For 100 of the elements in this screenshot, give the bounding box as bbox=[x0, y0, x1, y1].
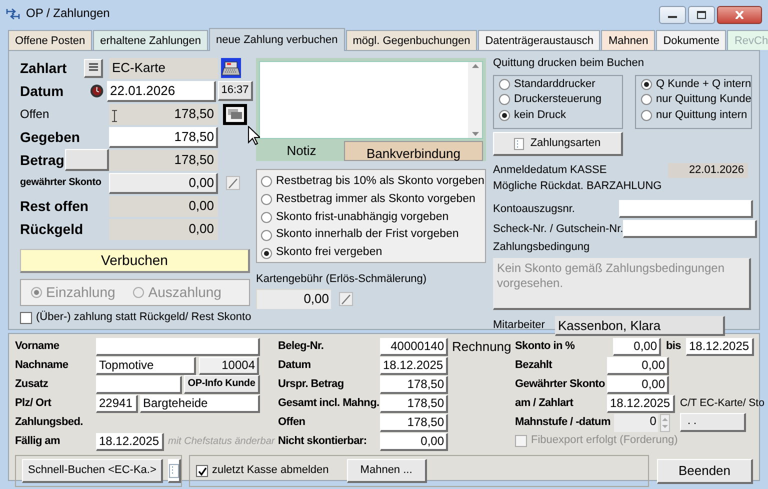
list-button[interactable] bbox=[168, 459, 182, 483]
list-icon bbox=[88, 63, 98, 72]
field-label: Plz/ Ort bbox=[15, 396, 52, 410]
minimize-button[interactable] bbox=[659, 6, 686, 24]
field-label: Zahlungsbedingung bbox=[493, 241, 591, 255]
checkbox-label[interactable]: (Über-) zahlung statt Rückgeld/ Rest Skonto bbox=[36, 311, 252, 324]
number-field: 0,00 bbox=[607, 356, 669, 374]
number-field: 178,50 bbox=[380, 394, 448, 412]
radio-label[interactable]: nur Quittung intern bbox=[656, 108, 748, 122]
tab[interactable]: Dokumente bbox=[656, 30, 726, 50]
radio-label[interactable]: Standarddrucker bbox=[514, 78, 596, 92]
date-field[interactable]: 18.12.2025 bbox=[96, 432, 164, 450]
checkbox[interactable] bbox=[20, 312, 32, 324]
radio-button[interactable] bbox=[641, 110, 652, 121]
number-field: 178,50 bbox=[380, 414, 448, 432]
radio-button[interactable] bbox=[261, 194, 272, 206]
time-button[interactable]: 16:37 bbox=[218, 81, 253, 101]
radio-label[interactable]: Skonto frist-unabhängig vorgeben bbox=[276, 210, 449, 224]
cash-register-icon bbox=[221, 58, 241, 78]
radio-label[interactable]: nur Quittung Kunde bbox=[656, 93, 752, 107]
field-label: Gegeben bbox=[20, 128, 81, 146]
field-label: Bezahlt bbox=[515, 358, 554, 372]
maximize-icon bbox=[697, 11, 706, 19]
open-amount-field: 178,50 bbox=[109, 104, 218, 124]
text-field[interactable] bbox=[623, 220, 758, 238]
text-field[interactable] bbox=[96, 376, 182, 394]
radio-label[interactable]: Skonto frei vergeben bbox=[276, 246, 382, 260]
info-button[interactable]: OP-Info Kunde bbox=[184, 375, 260, 394]
field-label: Datum bbox=[278, 358, 312, 372]
radio-label[interactable]: Restbetrag immer als Skonto vorgeben bbox=[276, 192, 476, 207]
payment-terms-field: Kein Skonto gemäß Zahlungsbedingungen vorgesehen. bbox=[493, 258, 751, 310]
payment-types-button[interactable]: Zahlungsarten bbox=[493, 132, 623, 156]
checkbox-label[interactable]: zuletzt Kasse abmelden bbox=[212, 464, 329, 478]
field-label: Betrag bbox=[20, 152, 66, 168]
number-field: 40000140 bbox=[380, 338, 448, 356]
field-label: am / Zahlart bbox=[515, 396, 574, 410]
card-fee-field[interactable]: 0,00 bbox=[256, 289, 331, 310]
field-label: Skonto in % bbox=[515, 340, 576, 354]
document-type-text: Rechnung bbox=[452, 338, 512, 354]
field-label: Zahlungsbed. bbox=[15, 416, 84, 430]
list-button[interactable] bbox=[84, 58, 103, 78]
checkbox[interactable] bbox=[196, 465, 208, 477]
book-button[interactable]: Verbuchen bbox=[20, 249, 250, 273]
field-label: Gesamt incl. Mahng. bbox=[278, 396, 378, 410]
radio-button[interactable] bbox=[641, 79, 652, 90]
arrows-icon bbox=[6, 6, 20, 20]
field-label: Zahlart bbox=[20, 60, 68, 76]
radio-label[interactable]: Druckersteuerung bbox=[514, 93, 602, 107]
tab[interactable]: mögl. Gegenbuchungen bbox=[346, 30, 478, 50]
radio-button[interactable] bbox=[261, 212, 272, 223]
zip-field[interactable]: 22941 bbox=[96, 394, 138, 412]
city-field[interactable]: Bargteheide bbox=[140, 394, 260, 412]
radio-button[interactable] bbox=[641, 94, 652, 106]
field-label: gewährter Skonto bbox=[20, 177, 102, 189]
quick-book-button[interactable]: Schnell-Buchen <EC-Ka.> bbox=[22, 459, 164, 483]
field-label: Gewährter Skonto bbox=[515, 378, 603, 392]
date-button[interactable]: . . bbox=[680, 413, 746, 432]
radio-label[interactable]: kein Druck bbox=[514, 108, 566, 122]
list-icon bbox=[169, 464, 180, 478]
date-field: 18.12.2025 bbox=[380, 356, 448, 374]
radio-label[interactable]: Skonto innerhalb der Frist vorgeben bbox=[276, 228, 459, 242]
close-app-button[interactable]: Beenden bbox=[657, 458, 753, 484]
tab[interactable]: Datenträgeraustausch bbox=[478, 30, 600, 50]
radio-button[interactable] bbox=[261, 230, 272, 241]
copy-button[interactable] bbox=[223, 104, 247, 124]
tab[interactable]: Mahnen bbox=[601, 30, 656, 50]
amount-button[interactable] bbox=[65, 149, 109, 171]
date-field[interactable]: 22.01.2026 bbox=[107, 80, 216, 102]
payment-method-field[interactable]: EC-Karte bbox=[109, 58, 218, 78]
mouse-pointer-icon bbox=[248, 126, 260, 145]
tab[interactable]: Offene Posten bbox=[8, 30, 92, 50]
radio-button[interactable] bbox=[499, 94, 510, 106]
tab[interactable]: Bankverbindung bbox=[344, 141, 483, 161]
tab[interactable]: erhaltene Zahlungen bbox=[93, 30, 208, 50]
text-cursor-icon bbox=[112, 110, 117, 122]
dunning-button[interactable]: Mahnen ... bbox=[346, 459, 427, 483]
radio-label[interactable]: Restbetrag bis 10% als Skonto vorgeben bbox=[276, 175, 484, 189]
field-label: Offen bbox=[278, 416, 306, 430]
note-field[interactable] bbox=[259, 61, 483, 139]
tab[interactable]: neue Zahlung verbuchen bbox=[209, 28, 345, 51]
radio-label[interactable]: Q Kunde + Q intern bbox=[656, 78, 752, 92]
customer-number-field: 10004 bbox=[199, 356, 259, 374]
clock-icon bbox=[90, 84, 104, 98]
radio-button[interactable] bbox=[499, 110, 510, 121]
radio-button[interactable] bbox=[261, 176, 272, 188]
radio-button[interactable] bbox=[499, 79, 510, 90]
edit-icon bbox=[226, 176, 240, 190]
radio-button[interactable] bbox=[261, 248, 272, 259]
field-label: Zusatz bbox=[15, 378, 50, 392]
text-field[interactable] bbox=[619, 200, 753, 218]
close-button[interactable] bbox=[717, 6, 762, 24]
scrollbar[interactable] bbox=[468, 62, 482, 138]
maximize-button[interactable] bbox=[688, 6, 715, 24]
field-label: Kartengebühr (Erlös-Schmälerung) bbox=[256, 273, 428, 286]
discount-field[interactable]: 0,00 bbox=[109, 172, 218, 194]
given-amount-field[interactable]: 178,50 bbox=[109, 126, 218, 148]
info-text: Mögliche Rückdat. BARZAHLUNG bbox=[493, 180, 663, 194]
text-field[interactable] bbox=[96, 338, 260, 356]
name-field[interactable]: Topmotive bbox=[96, 356, 196, 374]
number-field: 178,50 bbox=[380, 376, 448, 394]
